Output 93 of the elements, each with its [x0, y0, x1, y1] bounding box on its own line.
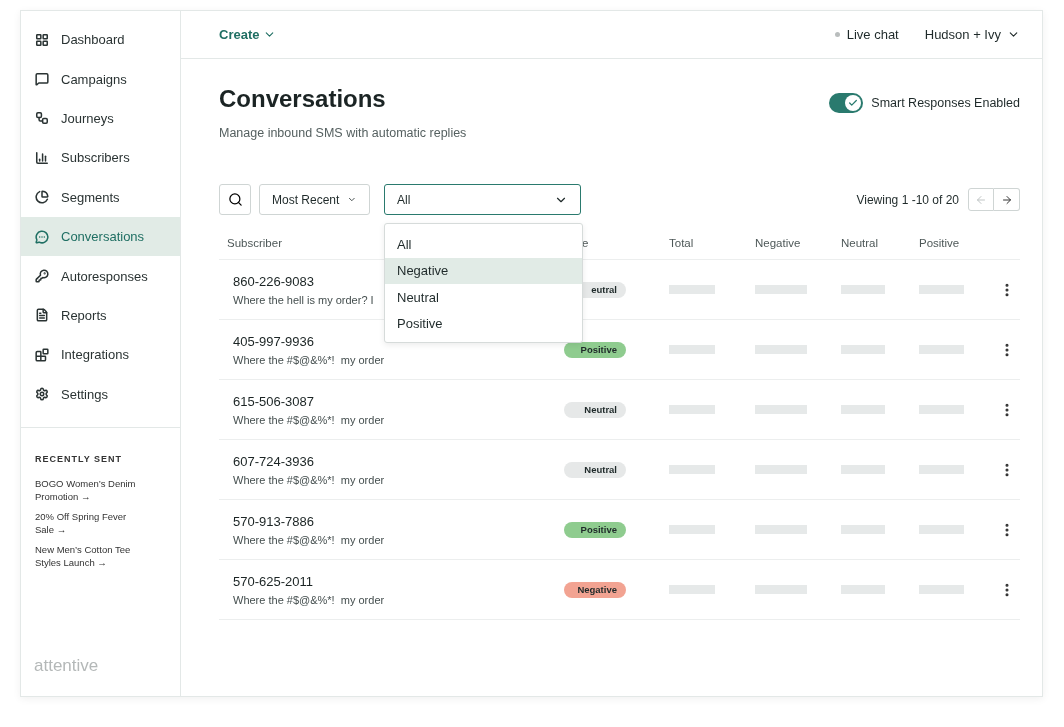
key-icon: [35, 269, 49, 284]
placeholder-bar: [841, 525, 885, 534]
sidebar-item[interactable]: Conversations: [21, 216, 180, 257]
placeholder-bar: [755, 465, 807, 474]
pagination-text: Viewing 1 -10 of 20: [856, 192, 959, 207]
sentiment-badge: Neutral: [564, 461, 626, 478]
page-title: Conversations: [219, 85, 387, 113]
sentiment-dropdown[interactable]: All: [384, 184, 581, 215]
sidebar-item[interactable]: Subscribers: [21, 138, 180, 178]
placeholder-bar: [919, 285, 964, 294]
column-header: Positive: [919, 236, 960, 249]
search-icon: [227, 192, 243, 207]
status-dot: [834, 32, 840, 37]
dropdown-option[interactable]: All: [385, 231, 582, 258]
placeholder-bar: [841, 285, 885, 294]
message-preview: Where the #$@&%*! my order: [233, 353, 385, 366]
arrow-left-icon: [975, 193, 987, 206]
sidebar-item[interactable]: Reports: [21, 295, 180, 336]
message-preview: Where the #$@&%*! my order: [233, 533, 385, 546]
recent-campaign-link[interactable]: BOGO Women’s Denim Promotion →: [35, 476, 141, 503]
recent-campaign-link[interactable]: New Men’s Cotton Tee Styles Launch →: [35, 542, 141, 569]
placeholder-bar: [755, 345, 807, 354]
next-page-button[interactable]: [994, 188, 1020, 211]
placeholder-bar: [841, 405, 885, 414]
sidebar-item[interactable]: Autoresponses: [21, 256, 180, 296]
message-preview: Where the hell is my order? I: [233, 293, 374, 306]
sentiment-badge: Neutral: [564, 401, 626, 418]
phone-number: 607-724-3936: [233, 453, 314, 469]
page-subtitle: Manage inbound SMS with automatic replies: [219, 126, 467, 140]
recent-campaign-link[interactable]: 20% Off Spring Fever Sale →: [35, 509, 141, 536]
column-header: Negative: [755, 236, 801, 249]
sidebar-item[interactable]: Settings: [21, 374, 180, 414]
phone-number: 405-997-9936: [233, 333, 314, 349]
placeholder-bar: [755, 585, 807, 594]
placeholder-bar: [669, 585, 715, 594]
column-header: Subscriber: [227, 236, 282, 249]
column-header: Neutral: [841, 236, 879, 249]
account-menu-button[interactable]: Hudson + Ivy: [924, 27, 1020, 42]
chat-bubble-icon: [35, 229, 49, 244]
phone-number: 570-625-2011: [233, 573, 313, 589]
sentiment-badge: Negative: [564, 581, 626, 598]
phone-number: 860-226-9083: [233, 273, 314, 289]
sort-dropdown[interactable]: Most Recent: [259, 184, 370, 215]
placeholder-bar: [841, 345, 885, 354]
placeholder-bar: [669, 405, 715, 414]
column-header: e: [582, 236, 589, 249]
create-menu-button[interactable]: Create: [219, 27, 277, 42]
sidebar-item[interactable]: Dashboard: [21, 20, 180, 60]
placeholder-bar: [841, 585, 885, 594]
live-chat-link[interactable]: Live chat: [834, 27, 899, 42]
column-header: Total: [669, 236, 694, 249]
grid-icon: [35, 32, 49, 47]
placeholder-bar: [669, 345, 715, 354]
toggle-switch[interactable]: [829, 93, 864, 113]
placeholder-bar: [755, 525, 807, 534]
check-icon: [848, 98, 859, 108]
placeholder-bar: [669, 285, 715, 294]
workflow-icon: [35, 111, 49, 126]
sidebar-item[interactable]: Segments: [21, 177, 180, 217]
placeholder-bar: [919, 405, 964, 414]
sidebar-item[interactable]: Journeys: [21, 98, 180, 139]
search-button[interactable]: [219, 184, 251, 215]
placeholder-bar: [755, 405, 807, 414]
placeholder-bar: [755, 285, 807, 294]
dropdown-option[interactable]: Positive: [385, 310, 582, 337]
section-heading: RECENTLY SENT: [35, 453, 124, 464]
message-preview: Where the #$@&%*! my order: [233, 593, 385, 606]
toggle-label: Smart Responses Enabled: [871, 96, 1020, 110]
pie-chart-icon: [35, 190, 49, 205]
placeholder-bar: [669, 465, 715, 474]
sentiment-badge: Positive: [564, 341, 626, 358]
placeholder-bar: [669, 525, 715, 534]
logo: attentive: [34, 656, 99, 676]
placeholder-bar: [841, 465, 885, 474]
sentiment-badge: Positive: [564, 521, 626, 538]
placeholder-bar: [919, 465, 964, 474]
placeholder-bar: [919, 525, 964, 534]
message-preview: Where the #$@&%*! my order: [233, 473, 385, 486]
arrow-right-icon: [1000, 193, 1013, 206]
dropdown-option[interactable]: Neutral: [385, 284, 582, 311]
phone-number: 570-913-7886: [233, 513, 314, 529]
blocks-icon: [35, 347, 49, 362]
phone-number: 615-506-3087: [233, 393, 314, 409]
settings-icon: [35, 387, 49, 402]
speech-bubble-icon: [35, 72, 49, 87]
bar-chart-icon: [35, 150, 49, 165]
placeholder-bar: [919, 345, 964, 354]
sidebar-item[interactable]: Campaigns: [21, 59, 180, 99]
message-preview: Where the #$@&%*! my order: [233, 413, 385, 426]
dropdown-option[interactable]: Negative: [385, 257, 582, 284]
document-icon: [35, 308, 49, 323]
placeholder-bar: [919, 585, 964, 594]
sidebar-item[interactable]: Integrations: [21, 335, 180, 375]
